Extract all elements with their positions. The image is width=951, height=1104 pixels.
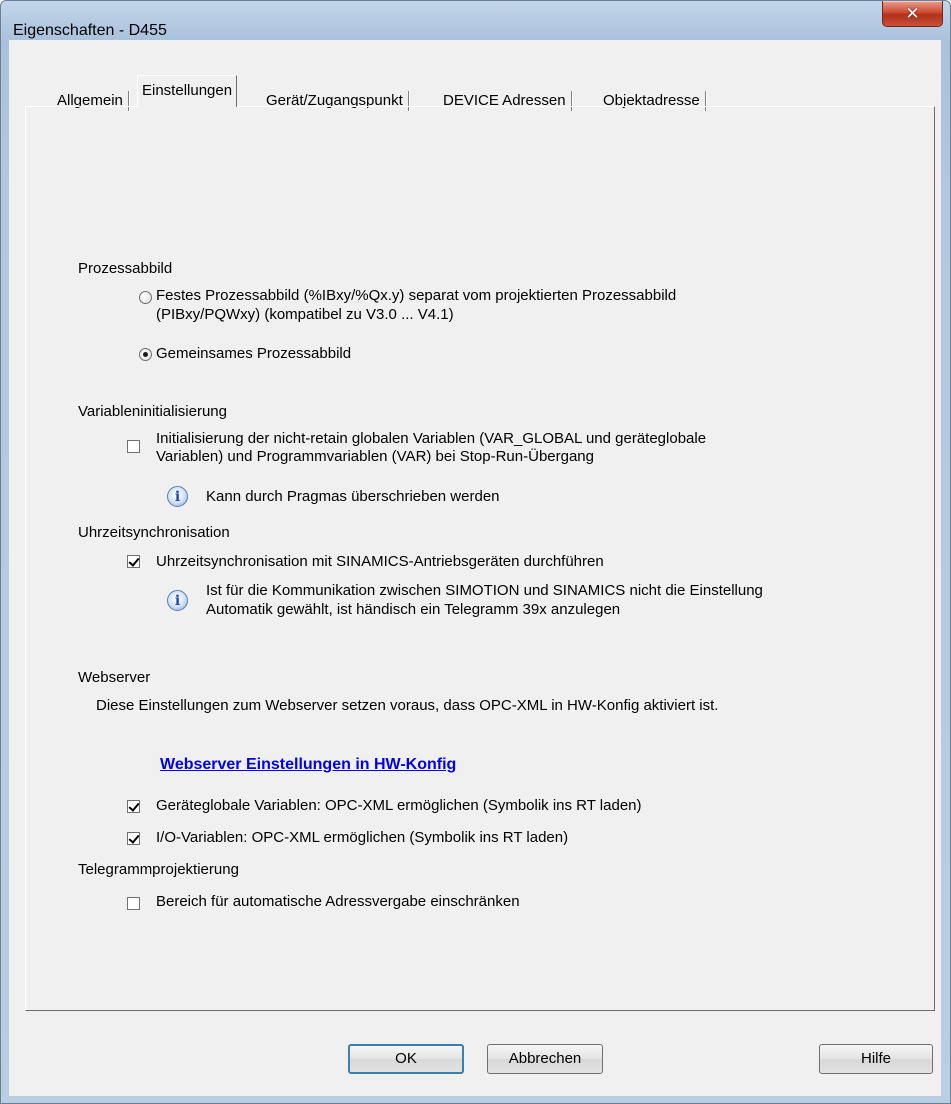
checkbox-adressvergabe[interactable] (127, 897, 140, 910)
close-icon: ✕ (905, 3, 920, 24)
title-bar[interactable]: Eigenschaften - D455 ✕ (1, 1, 950, 39)
settings-panel: Prozessabbild Festes Prozessabbild (%IBx… (25, 106, 935, 1011)
tab-einstellungen[interactable]: Einstellungen (137, 75, 238, 107)
io-variablen-opcxml-label: I/O-Variablen: OPC-XML ermöglichen (Symb… (156, 829, 569, 846)
variableninit-info-text: Kann durch Pragmas überschrieben werden (206, 488, 500, 505)
radio-festes-label-line1: Festes Prozessabbild (%IBxy/%Qx.y) separ… (156, 287, 677, 304)
properties-dialog: Eigenschaften - D455 ✕ Allgemein Einstel… (0, 0, 951, 1104)
ok-button[interactable]: OK (348, 1044, 464, 1074)
webserver-hwkonfig-link[interactable]: Webserver Einstellungen in HW-Konfig (160, 756, 456, 774)
checkbox-io-variablen-opcxml[interactable] (127, 832, 140, 845)
info-icon: i (167, 486, 188, 507)
radio-gemeinsames-label: Gemeinsames Prozessabbild (156, 345, 352, 362)
geraeteglobale-opcxml-label: Geräteglobale Variablen: OPC-XML ermögli… (156, 797, 642, 814)
variableninit-label-line2: Variablen) und Programmvariablen (VAR) b… (156, 448, 594, 465)
help-button[interactable]: Hilfe (819, 1044, 933, 1074)
close-button[interactable]: ✕ (882, 1, 943, 27)
uhrzeitsync-label: Uhrzeitsynchronisation mit SINAMICS-Antr… (156, 553, 604, 570)
checkbox-geraeteglobale-opcxml[interactable] (127, 800, 140, 813)
checkbox-variableninit[interactable] (127, 440, 140, 453)
prozessabbild-heading: Prozessabbild (78, 260, 173, 277)
telegramm-heading: Telegrammprojektierung (78, 861, 239, 878)
info-icon: i (167, 590, 188, 611)
uhrzeit-heading: Uhrzeitsynchronisation (78, 524, 230, 541)
variableninit-label-line1: Initialisierung der nicht-retain globale… (156, 430, 707, 447)
radio-gemeinsames-prozessabbild[interactable] (139, 348, 152, 361)
variableninit-heading: Variableninitialisierung (78, 403, 227, 420)
uhrzeit-info-line1: Ist für die Kommunikation zwischen SIMOT… (206, 582, 763, 599)
dialog-client-area: Allgemein Einstellungen Gerät/Zugangspun… (9, 40, 941, 1096)
tab-strip: Allgemein Einstellungen Gerät/Zugangspun… (9, 40, 941, 111)
adressvergabe-label: Bereich für automatische Adressvergabe e… (156, 893, 520, 910)
cancel-button[interactable]: Abbrechen (487, 1044, 603, 1074)
window-title: Eigenschaften - D455 (13, 22, 167, 39)
radio-festes-prozessabbild[interactable] (139, 291, 152, 304)
checkbox-uhrzeitsync[interactable] (127, 555, 140, 568)
webserver-description: Diese Einstellungen zum Webserver setzen… (96, 697, 719, 714)
uhrzeit-info-line2: Automatik gewählt, ist händisch ein Tele… (206, 601, 621, 618)
radio-festes-label-line2: (PIBxy/PQWxy) (kompatibel zu V3.0 ... V4… (156, 306, 454, 323)
webserver-heading: Webserver (78, 669, 151, 686)
